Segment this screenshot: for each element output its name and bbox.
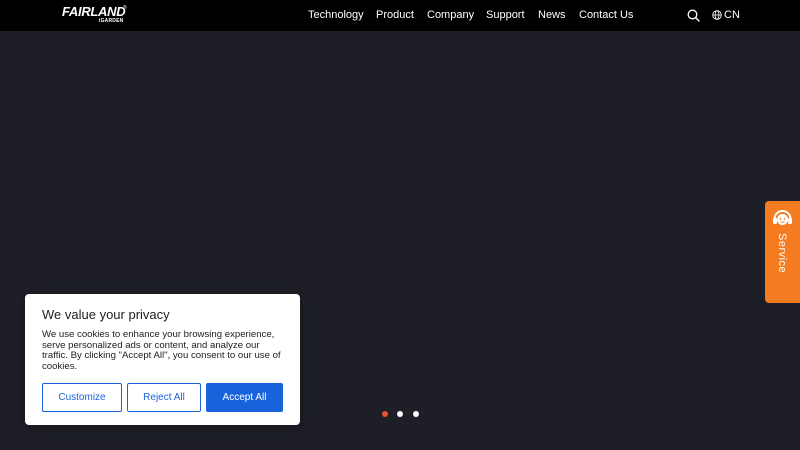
fairland-logo[interactable]: FAIRLAND ® iGARDEN — [62, 5, 128, 27]
nav-item-contact-us[interactable]: Contact Us — [579, 9, 633, 22]
search-icon[interactable] — [687, 9, 700, 22]
nav-item-company[interactable]: Company — [427, 9, 474, 22]
carousel-dot-3[interactable] — [413, 411, 419, 417]
cookie-title: We value your privacy — [42, 307, 170, 322]
page: FAIRLAND ® iGARDEN Technology Product Co… — [0, 0, 800, 450]
headset-icon — [773, 210, 792, 225]
service-label: Service — [776, 233, 788, 274]
reject-all-button[interactable]: Reject All — [127, 383, 201, 412]
nav-item-product[interactable]: Product — [376, 9, 414, 22]
accept-all-button[interactable]: Accept All — [206, 383, 283, 412]
logo-subbrand: iGARDEN — [99, 18, 124, 24]
carousel-dot-2[interactable] — [397, 411, 403, 417]
service-tab[interactable]: Service — [765, 201, 800, 303]
cookie-description: We use cookies to enhance your browsing … — [42, 329, 281, 372]
nav-item-technology[interactable]: Technology — [308, 9, 364, 22]
nav-item-support[interactable]: Support — [486, 9, 525, 22]
logo-registered-mark: ® — [123, 5, 127, 11]
globe-icon — [712, 10, 722, 20]
language-label: CN — [724, 9, 740, 21]
top-navigation-bar: FAIRLAND ® iGARDEN Technology Product Co… — [0, 0, 800, 31]
cookie-consent-banner: We value your privacy We use cookies to … — [25, 294, 300, 425]
nav-item-news[interactable]: News — [538, 9, 566, 22]
customize-button[interactable]: Customize — [42, 383, 122, 412]
logo-wordmark: FAIRLAND — [62, 4, 126, 19]
carousel-dot-1[interactable] — [382, 411, 388, 417]
